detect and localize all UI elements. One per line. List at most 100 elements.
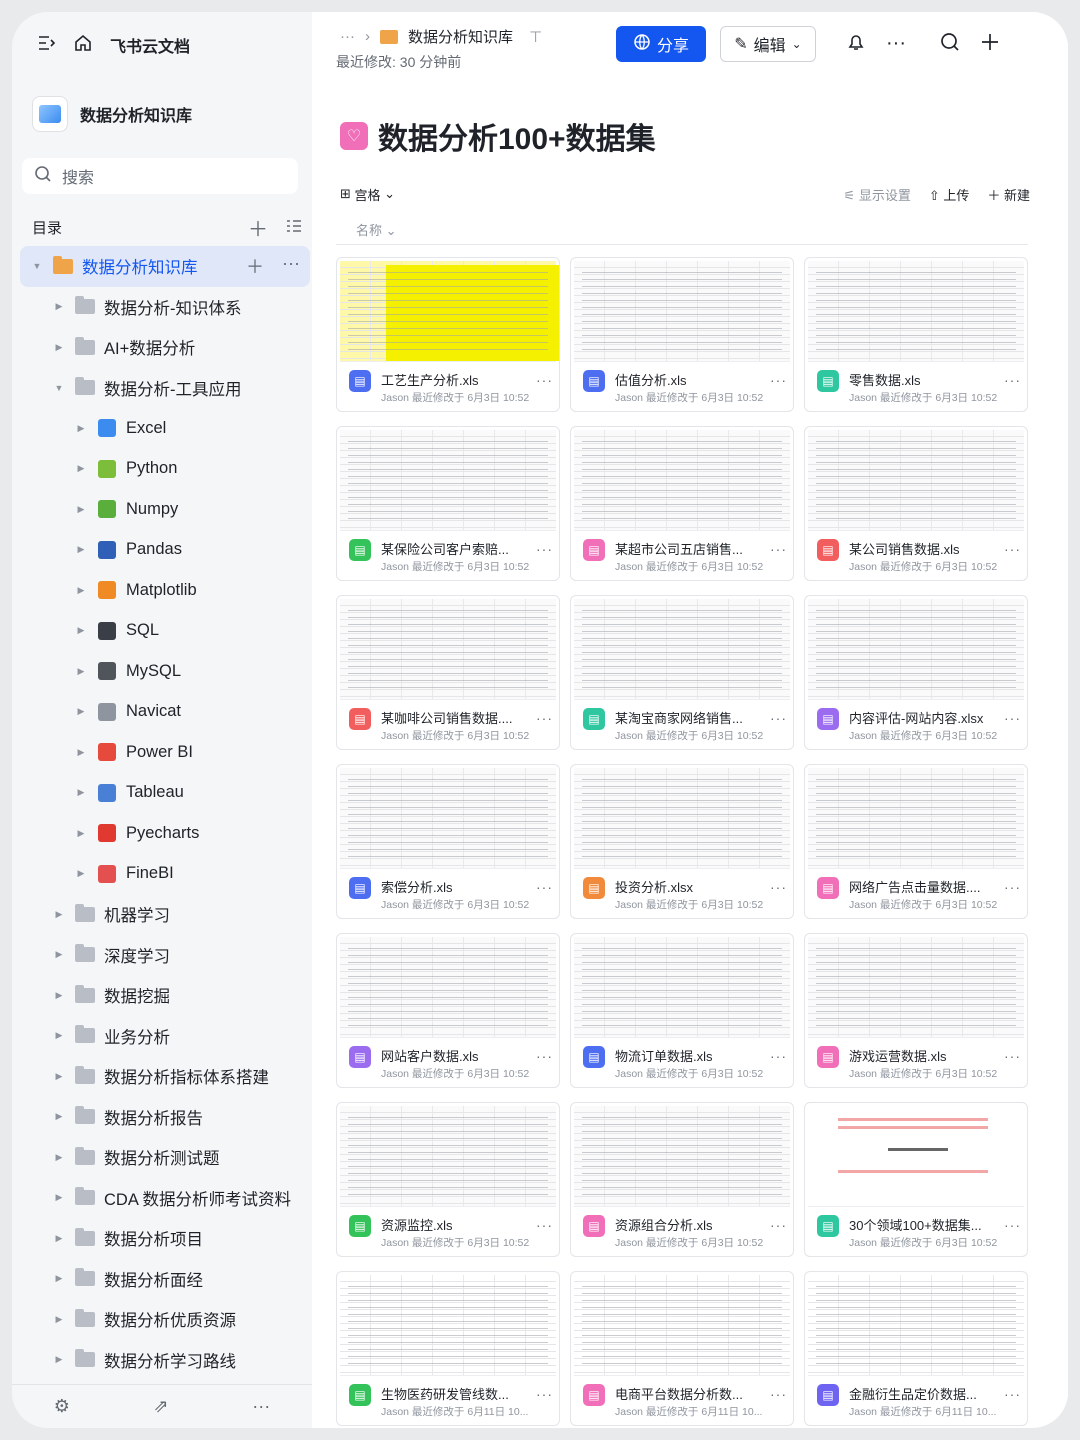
caret-right-icon[interactable]: ▶ <box>52 301 66 312</box>
more-icon[interactable]: ··· <box>1004 372 1021 388</box>
file-name[interactable]: 网站客户数据.xls <box>381 1046 531 1065</box>
caret-right-icon[interactable]: ▶ <box>52 1354 66 1365</box>
caret-down-icon[interactable]: ▼ <box>52 383 66 393</box>
share-out-icon[interactable]: ⇗ <box>154 1396 169 1417</box>
file-card[interactable]: ▤ 资源组合分析.xls Jason 最近修改于 6月3日 10:52 ··· <box>570 1102 794 1257</box>
caret-right-icon[interactable]: ▶ <box>52 1314 66 1325</box>
add-child-icon[interactable]: ＋ <box>246 253 264 279</box>
sidebar-item[interactable]: ▶ 深度学习 <box>20 935 310 976</box>
collapse-sidebar-icon[interactable] <box>38 35 56 56</box>
sidebar-item[interactable]: ▼ 数据分析-工具应用 <box>20 368 310 409</box>
list-view-icon[interactable] <box>286 216 302 239</box>
add-page-icon[interactable]: ＋ <box>248 213 268 242</box>
caret-right-icon[interactable]: ▶ <box>52 949 66 960</box>
more-icon[interactable]: ··· <box>770 1386 787 1402</box>
sidebar-item[interactable]: ▶ Python <box>20 449 310 490</box>
display-settings-button[interactable]: ⚟ 显示设置 <box>844 185 911 204</box>
sidebar-item[interactable]: ▶ SQL <box>20 611 310 652</box>
sidebar-item[interactable]: ▶ 数据挖掘 <box>20 975 310 1016</box>
sidebar-item[interactable]: ▶ 数据分析面经 <box>20 1259 310 1300</box>
file-card[interactable]: ▤ 生物医药研发管线数... Jason 最近修改于 6月11日 10... ··· <box>336 1271 560 1426</box>
file-name[interactable]: 金融衍生品定价数据... <box>849 1384 999 1403</box>
file-card[interactable]: ▤ 电商平台数据分析数... Jason 最近修改于 6月11日 10... ··· <box>570 1271 794 1426</box>
caret-right-icon[interactable]: ▶ <box>74 666 88 677</box>
file-card[interactable]: ▤ 资源监控.xls Jason 最近修改于 6月3日 10:52 ··· <box>336 1102 560 1257</box>
more-icon[interactable]: ··· <box>1004 1386 1021 1402</box>
file-name[interactable]: 生物医药研发管线数... <box>381 1384 531 1403</box>
more-options-icon[interactable]: ··· <box>886 32 906 55</box>
sidebar-item[interactable]: ▼ 数据分析知识库 ＋ ··· <box>20 246 310 287</box>
file-card[interactable]: ▤ 某淘宝商家网络销售... Jason 最近修改于 6月3日 10:52 ··· <box>570 595 794 750</box>
caret-right-icon[interactable]: ▶ <box>52 909 66 920</box>
file-card[interactable]: ▤ 零售数据.xls Jason 最近修改于 6月3日 10:52 ··· <box>804 257 1028 412</box>
more-icon[interactable]: ··· <box>770 879 787 895</box>
file-card[interactable]: ▤ 投资分析.xlsx Jason 最近修改于 6月3日 10:52 ··· <box>570 764 794 919</box>
share-button[interactable]: 分享 <box>616 26 706 62</box>
sidebar-item[interactable]: ▶ 数据分析优质资源 <box>20 1299 310 1340</box>
caret-right-icon[interactable]: ▶ <box>74 828 88 839</box>
file-name[interactable]: 某咖啡公司销售数据.... <box>381 708 531 727</box>
caret-down-icon[interactable]: ▼ <box>30 261 44 271</box>
more-icon[interactable]: ··· <box>770 372 787 388</box>
caret-right-icon[interactable]: ▶ <box>74 463 88 474</box>
file-name[interactable]: 某公司销售数据.xls <box>849 539 999 558</box>
sidebar-item[interactable]: ▶ AI+数据分析 <box>20 327 310 368</box>
edit-button[interactable]: ✎ 编辑 ⌄ <box>720 26 816 62</box>
caret-right-icon[interactable]: ▶ <box>74 504 88 515</box>
file-card[interactable]: ▤ 金融衍生品定价数据... Jason 最近修改于 6月11日 10... ··· <box>804 1271 1028 1426</box>
sidebar-item[interactable]: ▶ FineBI <box>20 854 310 895</box>
sidebar-item[interactable]: ▶ Pyecharts <box>20 813 310 854</box>
caret-right-icon[interactable]: ▶ <box>74 625 88 636</box>
file-name[interactable]: 零售数据.xls <box>849 370 999 389</box>
file-name[interactable]: 资源监控.xls <box>381 1215 531 1234</box>
more-icon[interactable]: ··· <box>536 710 553 726</box>
caret-right-icon[interactable]: ▶ <box>74 747 88 758</box>
file-card[interactable]: ▤ 某公司销售数据.xls Jason 最近修改于 6月3日 10:52 ··· <box>804 426 1028 581</box>
breadcrumb-title[interactable]: 数据分析知识库 <box>408 26 513 47</box>
caret-right-icon[interactable]: ▶ <box>52 342 66 353</box>
caret-right-icon[interactable]: ▶ <box>74 868 88 879</box>
sidebar-item[interactable]: ▶ Matplotlib <box>20 570 310 611</box>
more-icon[interactable]: ··· <box>1004 1048 1021 1064</box>
more-icon[interactable]: ··· <box>770 1048 787 1064</box>
sidebar-item[interactable]: ▶ Numpy <box>20 489 310 530</box>
file-name[interactable]: 游戏运营数据.xls <box>849 1046 999 1065</box>
file-card[interactable]: ▤ 索偿分析.xls Jason 最近修改于 6月3日 10:52 ··· <box>336 764 560 919</box>
more-icon[interactable]: ··· <box>1004 1217 1021 1233</box>
file-name[interactable]: 物流订单数据.xls <box>615 1046 765 1065</box>
file-name[interactable]: 电商平台数据分析数... <box>615 1384 765 1403</box>
caret-right-icon[interactable]: ▶ <box>74 544 88 555</box>
knowledge-base-header[interactable]: 数据分析知识库 <box>32 92 296 136</box>
more-icon[interactable]: ··· <box>536 372 553 388</box>
caret-right-icon[interactable]: ▶ <box>52 1071 66 1082</box>
sort-select[interactable]: 名称 ⌄ <box>356 220 397 239</box>
new-button[interactable]: ＋ 新建 <box>987 185 1030 204</box>
sidebar-item[interactable]: ▶ 数据分析测试题 <box>20 1137 310 1178</box>
file-name[interactable]: 估值分析.xls <box>615 370 765 389</box>
file-card[interactable]: ▤ 网络广告点击量数据.... Jason 最近修改于 6月3日 10:52 ··· <box>804 764 1028 919</box>
file-name[interactable]: 资源组合分析.xls <box>615 1215 765 1234</box>
caret-right-icon[interactable]: ▶ <box>74 423 88 434</box>
caret-right-icon[interactable]: ▶ <box>52 1233 66 1244</box>
view-mode-select[interactable]: 宫格 <box>355 185 381 204</box>
home-icon[interactable] <box>74 34 92 57</box>
caret-right-icon[interactable]: ▶ <box>74 706 88 717</box>
sidebar-item[interactable]: ▶ 数据分析指标体系搭建 <box>20 1056 310 1097</box>
caret-right-icon[interactable]: ▶ <box>74 585 88 596</box>
settings-icon[interactable]: ⚙ <box>54 1396 70 1417</box>
caret-right-icon[interactable]: ▶ <box>74 787 88 798</box>
file-card[interactable]: ▤ 工艺生产分析.xls Jason 最近修改于 6月3日 10:52 ··· <box>336 257 560 412</box>
file-card[interactable]: ▤ 物流订单数据.xls Jason 最近修改于 6月3日 10:52 ··· <box>570 933 794 1088</box>
sidebar-item[interactable]: ▶ Tableau <box>20 773 310 814</box>
more-icon[interactable]: ··· <box>536 1048 553 1064</box>
pin-icon[interactable]: ⊤ <box>529 28 542 46</box>
caret-right-icon[interactable]: ▶ <box>52 1152 66 1163</box>
more-icon[interactable]: ··· <box>1004 879 1021 895</box>
file-card[interactable]: ▤ 估值分析.xls Jason 最近修改于 6月3日 10:52 ··· <box>570 257 794 412</box>
more-icon[interactable]: ··· <box>252 1396 270 1417</box>
file-card[interactable]: ▤ 游戏运营数据.xls Jason 最近修改于 6月3日 10:52 ··· <box>804 933 1028 1088</box>
caret-right-icon[interactable]: ▶ <box>52 1273 66 1284</box>
search-input[interactable]: 搜索 <box>22 158 298 194</box>
sidebar-item[interactable]: ▶ 数据分析报告 <box>20 1097 310 1138</box>
file-name[interactable]: 网络广告点击量数据.... <box>849 877 999 896</box>
